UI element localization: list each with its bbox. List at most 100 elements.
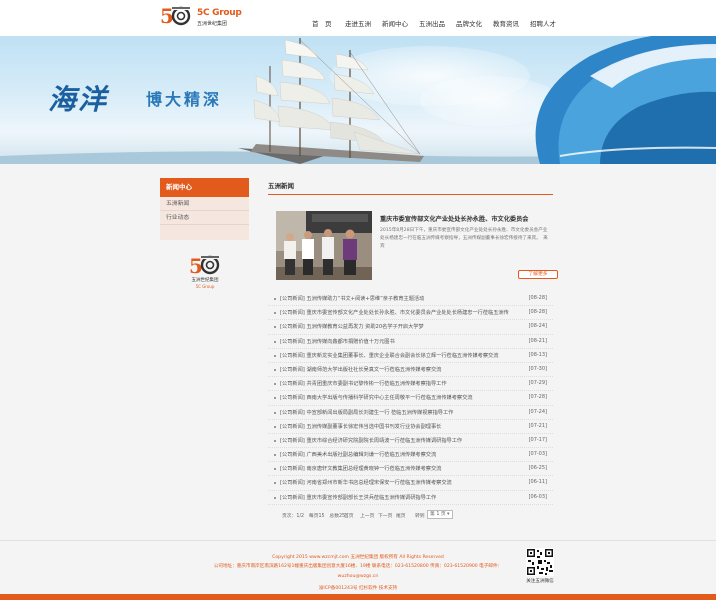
news-title[interactable]: [公司新闻] 广西美术出版社副总编辑刘谦一行莅临五洲传媒考察交流	[280, 451, 520, 458]
news-date: [08-28]	[528, 309, 547, 316]
news-date: [07-29]	[528, 380, 547, 387]
site-logo[interactable]: 5 5C Group 五洲世纪集团	[160, 5, 242, 31]
nav-education[interactable]: 教育资讯	[493, 18, 519, 28]
news-date: [07-17]	[528, 436, 547, 443]
brand-name: 5C Group	[197, 8, 242, 18]
bullet-icon	[274, 340, 276, 343]
bullet-icon	[274, 397, 276, 400]
news-item[interactable]: [公司新闻] 西南大学出版与传播科学研究中心主任周敬平一行莅临五洲传媒考察交流 […	[268, 391, 553, 406]
header: 5 5C Group 五洲世纪集团 首 页 走进五洲 新闻中心 五洲出品 品牌文…	[0, 0, 716, 36]
pager-jump-label: 转到	[415, 514, 425, 519]
news-item[interactable]: [公司新闻] 南京唐轩文教集团总经理黄晓钟一行莅临五洲传媒考察交流 [06-25]	[268, 462, 553, 477]
news-date: [07-21]	[528, 422, 547, 429]
news-title[interactable]: [公司新闻] 重庆市委宣传部文化产业处处长孙永胜、市文化委员会产业处处长杨建忠一…	[280, 309, 520, 316]
bullet-icon	[274, 482, 276, 485]
nav-home[interactable]: 首 页	[312, 18, 332, 28]
bullet-icon	[274, 425, 276, 428]
news-item[interactable]: [公司新闻] 湖南师范大学出版社社长吴真文一行莅临五洲传媒考察交流 [07-30]	[268, 363, 553, 378]
pager-next[interactable]: 下一页	[378, 512, 392, 519]
news-date: [06-03]	[528, 493, 547, 500]
featured-title[interactable]: 重庆市委宣传部文化产业处处长孙永胜、市文化委员会	[380, 214, 529, 223]
footer-icp[interactable]: 渝ICP备001243号 红杉软件 技术支持	[0, 585, 716, 591]
banner-subtitle: 博大精深	[146, 90, 223, 109]
pager-info: 页次：1/2 每页15 总数25	[282, 514, 346, 519]
footer-divider	[0, 540, 716, 541]
nav-news[interactable]: 新闻中心	[382, 18, 408, 28]
news-item[interactable]: [公司新闻] 广西美术出版社副总编辑刘谦一行莅临五洲传媒考察交流 [07-03]	[268, 448, 553, 463]
qr-label: 关注五洲微信	[526, 579, 554, 584]
news-title[interactable]: [公司新闻] 五洲传媒教育公益再发力 资助20名学子开启大学梦	[280, 323, 520, 330]
news-title[interactable]: [公司新闻] 五洲传媒向鑫都市捐赠价值十万元图书	[280, 338, 520, 345]
news-title[interactable]: [公司新闻] 河南省郑州市新华书店总经理宋保安一行莅临五洲传媒考察交流	[280, 479, 520, 486]
bullet-icon	[274, 368, 276, 371]
sidebar-logo: 5 五洲世纪集团 5C Group	[180, 254, 230, 296]
news-title[interactable]: [公司新闻] 五洲传媒助力“书文+阅读+思维”亲子教育主题活动	[280, 295, 520, 302]
bullet-icon	[274, 383, 276, 386]
bullet-icon	[274, 496, 276, 499]
news-date: [08-24]	[528, 323, 547, 330]
news-date: [08-28]	[528, 295, 547, 301]
news-title[interactable]: [公司新闻] 重庆市综合经济研究院副院长周靖波一行莅临五洲传媒调研指导工作	[280, 437, 520, 444]
news-item[interactable]: [公司新闻] 中宣部新闻出版局副局长刘建生一行 莅临五洲传媒视察指导工作 [07-…	[268, 406, 553, 420]
news-item[interactable]: [公司新闻] 重庆市综合经济研究院副院长周靖波一行莅临五洲传媒调研指导工作 [07…	[268, 434, 553, 449]
bullet-icon	[274, 312, 276, 315]
news-title[interactable]: [公司新闻] 西南大学出版与传播科学研究中心主任周敬平一行莅临五洲传媒考察交流	[280, 394, 520, 401]
news-list: [公司新闻] 五洲传媒助力“书文+阅读+思维”亲子教育主题活动 [08-28] […	[268, 292, 553, 505]
news-title[interactable]: [公司新闻] 湖南师范大学出版社社长吴真文一行莅临五洲传媒考察交流	[280, 366, 520, 373]
news-date: [07-03]	[528, 451, 547, 458]
footer-copyright: Copyright 2015 www.wzcmjt.com 五洲世纪集团 版权所…	[272, 555, 444, 560]
chevron-down-icon: ▾	[447, 512, 450, 517]
bullet-icon	[274, 326, 276, 329]
nav-culture[interactable]: 品牌文化	[456, 18, 482, 28]
bullet-icon	[274, 439, 276, 442]
pager-last[interactable]: 尾页	[396, 512, 406, 519]
featured-news: 重庆市委宣传部文化产业处处长孙永胜、市文化委员会 2015年8月28日下午，重庆…	[276, 211, 558, 286]
news-item[interactable]: [公司新闻] 五洲传媒副董事长徐宏伟当选中国书刊发行业协会副理事长 [07-21]	[268, 420, 553, 434]
footer: Copyright 2015 www.wzcmjt.com 五洲世纪集团 版权所…	[0, 548, 716, 592]
news-item[interactable]: [公司新闻] 重庆新龙实业集团董事长、重庆企业联合会副会长徐立辉一行莅临五洲传媒…	[268, 349, 553, 363]
featured-photo[interactable]	[276, 211, 372, 280]
news-item[interactable]: [公司新闻] 五洲传媒助力“书文+阅读+思维”亲子教育主题活动 [08-28]	[268, 292, 553, 307]
qr-code	[526, 548, 554, 576]
news-title[interactable]: [公司新闻] 重庆市委宣传部副部长王洪兵莅临五洲传媒调研指导工作	[280, 494, 520, 501]
news-date: [07-24]	[528, 408, 547, 415]
pager-prev[interactable]: 上一页	[360, 512, 374, 519]
featured-summary: 2015年8月28日下午，重庆市委宣传部文化产业处处长孙永胜、市文化委员会产业处…	[380, 228, 548, 249]
news-item[interactable]: [公司新闻] 河南省郑州市新华书店总经理宋保安一行莅临五洲传媒考察交流 [06-1…	[268, 476, 553, 491]
bullet-icon	[274, 354, 276, 357]
nav-products[interactable]: 五洲出品	[419, 18, 445, 28]
qr-code-icon	[526, 548, 554, 576]
sidebar-item-industry-news[interactable]: 行业动态	[160, 211, 249, 225]
news-item[interactable]: [公司新闻] 共青团重庆市委副书记黎传彬一行莅临五洲传媒考察指导工作 [07-29…	[268, 377, 553, 392]
news-title[interactable]: [公司新闻] 重庆新龙实业集团董事长、重庆企业联合会副会长徐立辉一行莅临五洲传媒…	[280, 352, 520, 359]
page-select[interactable]: 第 1 页 ▾	[427, 510, 453, 519]
sidebar-logo-text: 五洲世纪集团	[191, 278, 219, 283]
pager-first[interactable]: 首页	[344, 512, 354, 519]
news-title[interactable]: [公司新闻] 共青团重庆市委副书记黎传彬一行莅临五洲传媒考察指导工作	[280, 380, 520, 387]
news-title[interactable]: [公司新闻] 五洲传媒副董事长徐宏伟当选中国书刊发行业协会副理事长	[280, 423, 520, 430]
footer-email[interactable]: wuzhou@wzgs.cn	[0, 574, 716, 579]
news-item[interactable]: [公司新闻] 重庆市委宣传部文化产业处处长孙永胜、市文化委员会产业处处长杨建忠一…	[268, 306, 553, 321]
news-title[interactable]: [公司新闻] 中宣部新闻出版局副局长刘建生一行 莅临五洲传媒视察指导工作	[280, 409, 520, 416]
news-item[interactable]: [公司新闻] 五洲传媒向鑫都市捐赠价值十万元图书 [08-21]	[268, 335, 553, 349]
sidebar-title: 新闻中心	[160, 178, 249, 197]
hero-banner: 海洋 博大精深	[0, 36, 716, 164]
bullet-icon	[274, 468, 276, 471]
news-date: [07-28]	[528, 394, 547, 401]
sidebar: 新闻中心 五洲新闻 行业动态	[160, 178, 249, 240]
sidebar-logo-sub: 5C Group	[195, 284, 215, 289]
news-item[interactable]: [公司新闻] 五洲传媒教育公益再发力 资助20名学子开启大学梦 [08-24]	[268, 320, 553, 335]
nav-about[interactable]: 走进五洲	[345, 18, 371, 28]
brand-subtitle: 五洲世纪集团	[197, 21, 228, 27]
news-title[interactable]: [公司新闻] 南京唐轩文教集团总经理黄晓钟一行莅临五洲传媒考察交流	[280, 465, 520, 472]
section-title: 五洲新闻	[268, 178, 553, 195]
bottom-bar	[0, 594, 716, 600]
read-more-button[interactable]: 了解更多	[518, 270, 558, 279]
nav-recruit[interactable]: 招聘人才	[530, 18, 556, 28]
news-date: [08-13]	[528, 351, 547, 358]
logo-mark-icon: 5	[160, 5, 191, 27]
logo-mark-icon: 5	[189, 254, 220, 278]
sidebar-item-company-news[interactable]: 五洲新闻	[160, 197, 249, 211]
news-date: [08-21]	[528, 337, 547, 344]
news-item[interactable]: [公司新闻] 重庆市委宣传部副部长王洪兵莅临五洲传媒调研指导工作 [06-03]	[268, 491, 553, 505]
